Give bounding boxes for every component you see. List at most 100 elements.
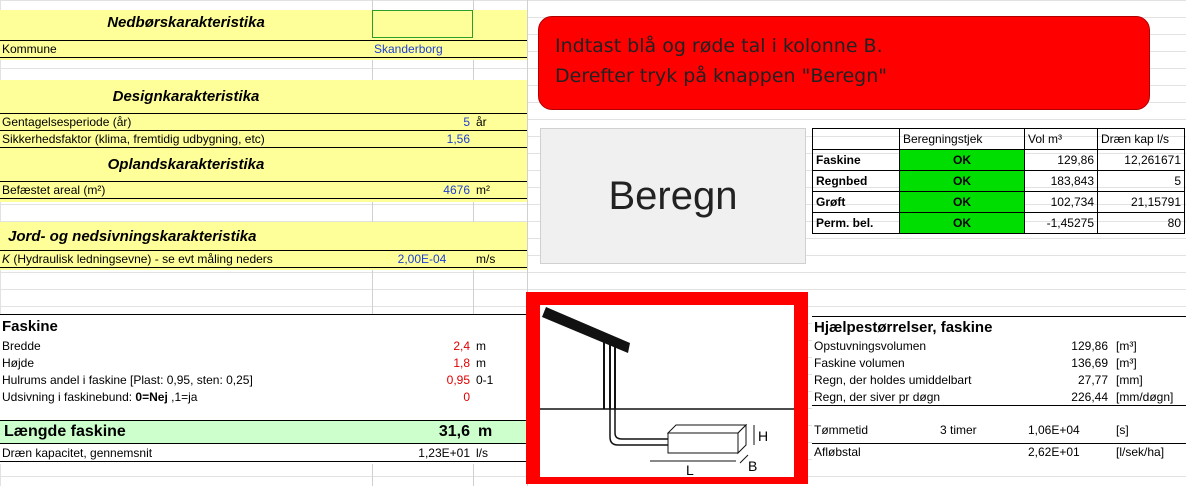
hjaelp-row-value: 226,44 <box>1071 390 1108 404</box>
hjaelp-row-unit: [mm] <box>1116 373 1143 387</box>
hjaelp-row: Regn, der holdes umiddelbart 27,77 [mm] <box>812 372 1186 388</box>
results-row: Perm. bel. OK -1,45275 80 <box>812 212 1185 234</box>
hjaelp-row-unit: [m³] <box>1116 356 1137 370</box>
hjaelp-row-mid: 3 timer <box>940 423 977 437</box>
faskine-diagram: H L B <box>540 307 794 478</box>
hojde-label: Højde <box>2 356 35 370</box>
results-corner <box>812 128 900 150</box>
results-header-draen: Dræn kap l/s <box>1097 128 1185 150</box>
gentagelse-value[interactable]: 5 <box>374 114 470 130</box>
gentagelse-unit: år <box>476 115 487 129</box>
design-header: Designkarakteristika <box>112 88 260 105</box>
nedbor-header: Nedbørskarakteristika <box>107 14 265 31</box>
results-row-name: Faskine <box>812 149 900 171</box>
hjaelp-row: Regn, der siver pr døgn 226,44 [mm/døgn] <box>812 389 1186 406</box>
areal-row: Befæstet areal (m²) 4676 m² <box>0 181 527 199</box>
b-label: B <box>748 458 757 474</box>
hjaelp-row: Opstuvningsvolumen 129,86 [m³] <box>812 338 1186 354</box>
hjaelp-row-label: Regn, der siver pr døgn <box>814 390 941 404</box>
k-value[interactable]: 2,00E-04 <box>374 251 470 267</box>
udsivning-label-nej: 0=Nej <box>135 390 168 404</box>
k-unit: m/s <box>476 252 496 266</box>
results-row-name: Grøft <box>812 191 900 213</box>
bredde-value[interactable]: 2,4 <box>374 338 470 354</box>
results-row-draen: 21,15791 <box>1097 191 1185 213</box>
areal-label: Befæstet areal (m²) <box>2 183 106 197</box>
hjaelp-row-unit: [l/sek/ha] <box>1116 445 1165 459</box>
hjaelp-row-unit: [mm/døgn] <box>1116 390 1174 404</box>
udsivning-row: Udsivning i faskinebund: 0=Nej ,1=ja 0 <box>0 389 527 405</box>
hulrum-unit: 0-1 <box>476 373 494 387</box>
results-row: Regnbed OK 183,843 5 <box>812 170 1185 192</box>
areal-value[interactable]: 4676 <box>374 182 470 198</box>
results-row-status: OK <box>899 170 1025 192</box>
draen-label: Dræn kapacitet, gennemsnit <box>2 446 153 460</box>
hjaelp-row: Afløbstal 2,62E+01 [l/sek/ha] <box>812 443 1186 460</box>
jord-header: Jord- og nedsivningskarakteristika <box>8 228 257 245</box>
kommune-value[interactable]: Skanderborg <box>374 41 472 57</box>
bredde-row: Bredde 2,4 m <box>0 338 527 354</box>
diagram-canvas: H L B <box>540 305 794 478</box>
hjaelp-row-label: Faskine volumen <box>814 356 905 370</box>
hjaelp-row-value: 1,06E+04 <box>1028 423 1080 437</box>
pipe-inner <box>614 409 670 440</box>
box-top <box>666 424 748 434</box>
hjaelp-header: Hjælpestørrelser, faskine <box>812 316 1186 338</box>
hojde-row: Højde 1,8 m <box>0 355 527 371</box>
udsivning-value[interactable]: 0 <box>374 389 470 405</box>
hjaelp-row: Faskine volumen 136,69 [m³] <box>812 355 1186 371</box>
hulrum-label: Hulrums andel i faskine [Plast: 0,95, st… <box>2 373 253 387</box>
results-row-status: OK <box>899 191 1025 213</box>
draen-unit: l/s <box>476 446 488 460</box>
draen-row: Dræn kapacitet, gennemsnit 1,23E+01 l/s <box>0 445 527 462</box>
hjaelp-row: Tømmetid 3 timer 1,06E+04 [s] <box>812 422 1186 438</box>
hjaelp-row-value: 129,86 <box>1071 339 1108 353</box>
udsivning-label-pre: Udsivning i faskinebund: <box>2 390 136 404</box>
beregn-button[interactable]: Beregn <box>540 128 806 264</box>
results-table: Beregningstjek Vol m³ Dræn kap l/s Faski… <box>812 128 1185 234</box>
results-row-name: Regnbed <box>812 170 900 192</box>
hojde-unit: m <box>476 356 486 370</box>
selected-cell[interactable] <box>372 10 473 38</box>
kommune-row: Kommune Skanderborg <box>0 40 527 58</box>
hjaelp-row-label: Opstuvningsvolumen <box>814 339 927 353</box>
hjaelp-row-label: Tømmetid <box>814 423 868 437</box>
k-symbol: K <box>2 252 11 266</box>
notice-line-1: Indtast blå og røde tal i kolonne B. <box>555 35 883 57</box>
udsivning-label: Udsivning i faskinebund: 0=Nej ,1=ja <box>2 389 197 405</box>
laengde-label: Længde faskine <box>4 423 126 440</box>
h-label: H <box>758 428 768 444</box>
sikkerhed-row: Sikkerhedsfaktor (klima, fremtidig udbyg… <box>0 130 527 148</box>
results-row-draen: 12,261671 <box>1097 149 1185 171</box>
box-front <box>667 432 739 454</box>
hjaelp-row-unit: [m³] <box>1116 339 1137 353</box>
results-row-name: Perm. bel. <box>812 212 900 234</box>
roof-shape <box>542 307 630 353</box>
bredde-unit: m <box>476 339 486 353</box>
l-label: L <box>686 462 694 477</box>
k-label: (Hydraulisk ledningsevne) - se evt målin… <box>10 252 273 266</box>
results-row-draen: 80 <box>1097 212 1185 234</box>
gentagelse-label: Gentagelsesperiode (år) <box>2 115 132 129</box>
areal-unit: m² <box>476 183 490 197</box>
hjaelp-row-unit: [s] <box>1116 423 1129 437</box>
sikkerhed-value[interactable]: 1,56 <box>374 131 470 147</box>
udsivning-label-ja: ,1=ja <box>167 390 198 404</box>
hjaelp-row-label: Afløbstal <box>814 445 861 459</box>
results-row: Faskine OK 129,86 12,261671 <box>812 149 1185 171</box>
hulrum-value[interactable]: 0,95 <box>374 372 470 388</box>
results-row-vol: 129,86 <box>1024 149 1098 171</box>
hulrum-row: Hulrums andel i faskine [Plast: 0,95, st… <box>0 372 527 388</box>
results-row: Grøft OK 102,734 21,15791 <box>812 191 1185 213</box>
results-header-row: Beregningstjek Vol m³ Dræn kap l/s <box>812 128 1185 150</box>
notice-line-2: Derefter tryk på knappen "Beregn" <box>555 65 888 87</box>
k-row: K (Hydraulisk ledningsevne) - se evt mål… <box>0 250 527 268</box>
laengde-row: Længde faskine 31,6 m <box>0 420 527 444</box>
results-row-draen: 5 <box>1097 170 1185 192</box>
results-row-vol: -1,45275 <box>1024 212 1098 234</box>
results-row-vol: 183,843 <box>1024 170 1098 192</box>
draen-value: 1,23E+01 <box>418 446 470 460</box>
sikkerhed-label: Sikkerhedsfaktor (klima, fremtidig udbyg… <box>2 132 265 146</box>
hojde-value[interactable]: 1,8 <box>374 355 470 371</box>
laengde-unit: m <box>478 423 493 440</box>
